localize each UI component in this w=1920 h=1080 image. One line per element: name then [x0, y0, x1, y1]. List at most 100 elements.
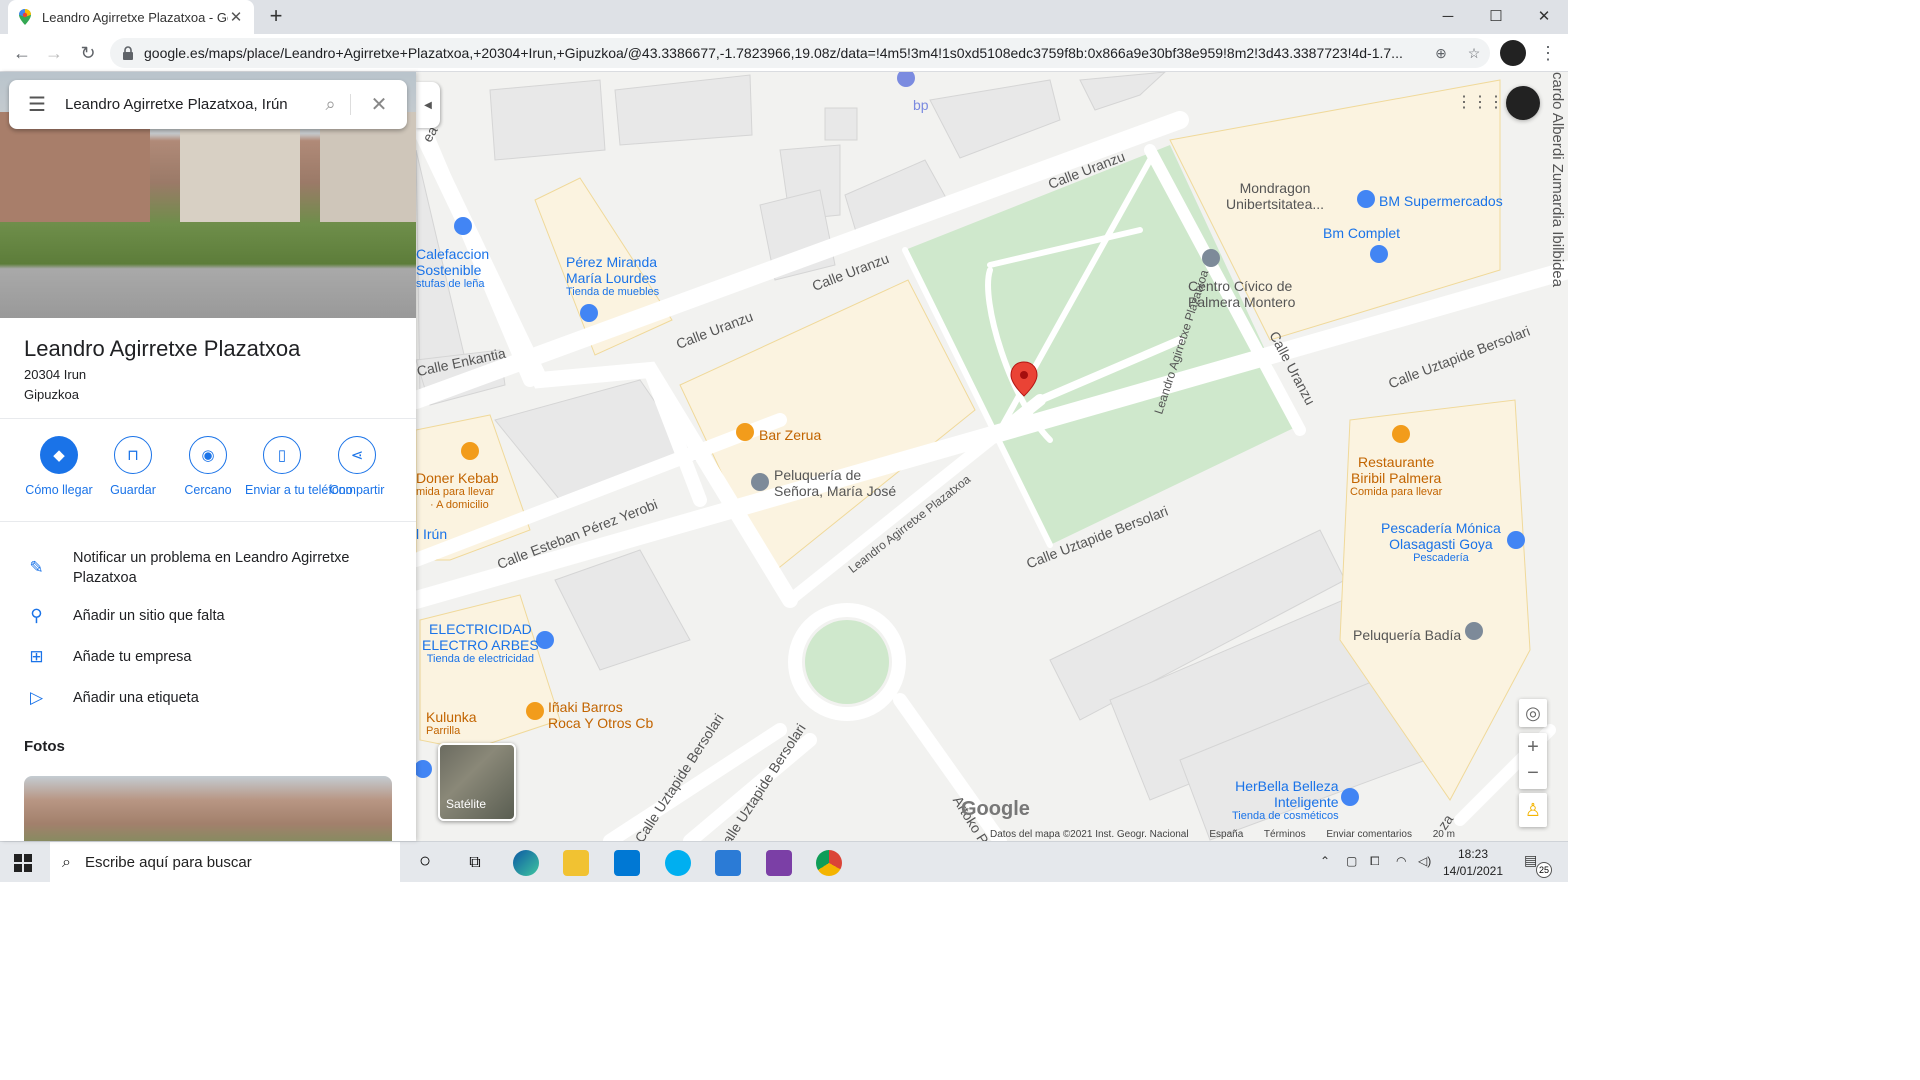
notification-center-icon[interactable]: ▤ — [1524, 852, 1537, 869]
location-target-icon[interactable]: ⊕ — [1424, 45, 1458, 62]
taskbar-clock[interactable]: 18:23 14/01/2021 — [1440, 846, 1506, 880]
account-avatar[interactable] — [1506, 86, 1540, 120]
action-label: Cercano — [184, 483, 232, 497]
directions-button[interactable]: ◆ Cómo llegar — [22, 436, 96, 498]
poi-kulunka[interactable]: Kulunka Parrilla — [426, 709, 477, 738]
hamburger-menu-icon[interactable]: ☰ — [9, 92, 65, 117]
cortana-icon[interactable]: ○ — [412, 850, 438, 876]
collapse-panel-button[interactable]: ◀ — [416, 82, 440, 128]
clock-time: 18:23 — [1457, 847, 1489, 861]
skype-icon[interactable] — [665, 850, 691, 876]
poi-pescaderia-line2: Olasagasti Goya — [1389, 536, 1493, 552]
poi-calefaccion-line1: Calefaccion — [416, 246, 490, 262]
tray-icon[interactable]: ▢ — [1346, 854, 1357, 868]
browser-menu-icon[interactable]: ⋮ — [1534, 40, 1562, 66]
taskbar-search-placeholder: Escribe aquí para buscar — [84, 854, 252, 871]
poi-perez-miranda[interactable]: Pérez Miranda María Lourdes Tienda de mu… — [566, 254, 659, 299]
zoom-controls: + − — [1519, 733, 1547, 789]
poi-mondragon-line2: Unibertsitatea... — [1226, 196, 1325, 212]
profile-avatar[interactable] — [1500, 40, 1526, 66]
add-missing-place-link[interactable]: ⚲ Añadir un sitio que falta — [0, 606, 416, 626]
nearby-button[interactable]: ◉ Cercano — [171, 436, 245, 498]
poi-electro-line1: ELECTRICIDAD — [429, 621, 532, 637]
app-icon[interactable] — [766, 850, 792, 876]
taskbar-search[interactable]: ⌕ Escribe aquí para buscar — [50, 842, 400, 882]
maximize-button[interactable]: ☐ — [1472, 0, 1520, 32]
poi-doner-kebab[interactable]: Doner Kebab mida para llevar · A domicil… — [416, 470, 499, 512]
place-photo-thumbnail[interactable] — [24, 776, 392, 841]
poi-peluqueria-maria-jose[interactable]: Peluquería de Señora, María José — [774, 467, 896, 499]
map-canvas[interactable]: bp Calefaccion Sostenible stufas de leña… — [416, 72, 1568, 841]
poi-pescaderia-line1: Pescadería Mónica — [1381, 520, 1501, 536]
poi-doner-line1: Doner Kebab — [416, 470, 499, 486]
share-button[interactable]: ⋖ Compartir — [320, 436, 394, 498]
add-label-link[interactable]: ▷ Añadir una etiqueta — [0, 688, 416, 708]
zoom-out-button[interactable]: − — [1527, 761, 1539, 789]
scale-bar[interactable]: 20 m — [1433, 829, 1455, 840]
poi-peluqueria-badia[interactable]: Peluquería Badía — [1353, 627, 1461, 643]
search-icon[interactable]: ⌕ — [311, 94, 351, 115]
link-label: Añade tu empresa — [73, 649, 192, 665]
nearby-icon: ◉ — [189, 436, 227, 474]
country-link[interactable]: España — [1209, 829, 1243, 840]
poi-calefaccion-sub: stufas de leña — [416, 278, 485, 290]
poi-inaki-barros[interactable]: Iñaki Barros Roca Y Otros Cb — [548, 699, 653, 731]
task-view-icon[interactable]: ⧉ — [462, 850, 488, 876]
terms-link[interactable]: Términos — [1264, 829, 1306, 840]
search-input[interactable]: Leandro Agirretxe Plazatxoa, Irún — [65, 96, 311, 113]
browser-tab[interactable]: Leandro Agirretxe Plazatxoa - Go ✕ — [8, 0, 254, 34]
poi-pescaderia-sub: Pescadería — [1413, 552, 1469, 564]
zoom-in-button[interactable]: + — [1527, 733, 1539, 761]
poi-herbella[interactable]: HerBella Belleza Inteligente Tienda de c… — [1232, 778, 1339, 823]
poi-pescaderia[interactable]: Pescadería Mónica Olasagasti Goya Pescad… — [1381, 520, 1501, 565]
poi-electro-arbes[interactable]: ELECTRICIDAD ELECTRO ARBES Tienda de ele… — [422, 621, 539, 666]
clear-search-icon[interactable]: ✕ — [351, 92, 407, 117]
feedback-link[interactable]: Enviar comentarios — [1326, 829, 1412, 840]
poi-bm-supermercados[interactable]: BM Supermercados — [1379, 193, 1503, 209]
forward-icon[interactable]: → — [40, 40, 68, 66]
search-box: ☰ Leandro Agirretxe Plazatxoa, Irún ⌕ ✕ — [9, 80, 407, 129]
file-explorer-icon[interactable] — [563, 850, 589, 876]
pegman-icon[interactable]: ♙ — [1519, 793, 1547, 827]
mail-icon[interactable] — [614, 850, 640, 876]
poi-mondragon[interactable]: Mondragon Unibertsitatea... — [1226, 180, 1324, 212]
tray-chevron-icon[interactable]: ⌃ — [1320, 854, 1330, 868]
edge-icon[interactable] — [513, 850, 539, 876]
minimize-button[interactable]: ─ — [1424, 0, 1472, 32]
my-location-icon[interactable]: ◎ — [1519, 699, 1547, 727]
clock-date: 14/01/2021 — [1442, 864, 1504, 878]
new-tab-button[interactable]: + — [264, 4, 288, 30]
report-problem-link[interactable]: ✎ Notificar un problema en Leandro Agirr… — [0, 548, 416, 588]
send-to-phone-button[interactable]: ▯ Enviar a tu teléfono — [245, 436, 353, 498]
windows-start-icon[interactable] — [14, 854, 32, 872]
street-label: cardo Alberdi Zumardia Ibilbidea — [1549, 72, 1566, 288]
address-bar[interactable]: google.es/maps/place/Leandro+Agirretxe+P… — [110, 38, 1490, 68]
poi-irun[interactable]: l Irún — [416, 526, 447, 542]
poi-bar-zerua[interactable]: Bar Zerua — [759, 427, 821, 443]
save-button[interactable]: ⊓ Guardar — [96, 436, 170, 498]
apps-grid-icon[interactable]: ⋮⋮⋮ — [1456, 88, 1504, 116]
wifi-icon[interactable]: ◠ — [1396, 854, 1406, 868]
divider — [0, 521, 416, 522]
poi-bm-complet[interactable]: Bm Complet — [1323, 225, 1400, 241]
pencil-icon: ✎ — [29, 558, 44, 577]
add-business-link[interactable]: ⊞ Añade tu empresa — [0, 647, 416, 667]
app-icon[interactable] — [715, 850, 741, 876]
close-window-button[interactable]: ✕ — [1520, 0, 1568, 32]
reload-icon[interactable]: ↻ — [74, 40, 102, 66]
tray-icon[interactable]: ⧠ — [1370, 854, 1380, 869]
tab-close-icon[interactable]: ✕ — [228, 8, 244, 26]
back-icon[interactable]: ← — [8, 40, 36, 66]
volume-icon[interactable]: ◁) — [1418, 854, 1431, 868]
chrome-icon[interactable] — [816, 850, 842, 876]
poi-herbella-line1: HerBella Belleza — [1235, 778, 1339, 794]
poi-inaki-line1: Iñaki Barros — [548, 699, 623, 715]
photos-heading: Fotos — [24, 738, 65, 755]
satellite-toggle[interactable]: Satélite — [438, 743, 516, 821]
poi-calefaccion[interactable]: Calefaccion Sostenible stufas de leña — [416, 246, 489, 291]
star-icon[interactable]: ☆ — [1458, 45, 1490, 62]
address-line1: 20304 Irun — [24, 367, 87, 382]
poi-bp[interactable]: bp — [913, 97, 929, 113]
poi-restaurante-biribil[interactable]: Restaurante Biribil Palmera Comida para … — [1350, 454, 1442, 499]
poi-herbella-line2: Inteligente — [1273, 794, 1339, 810]
